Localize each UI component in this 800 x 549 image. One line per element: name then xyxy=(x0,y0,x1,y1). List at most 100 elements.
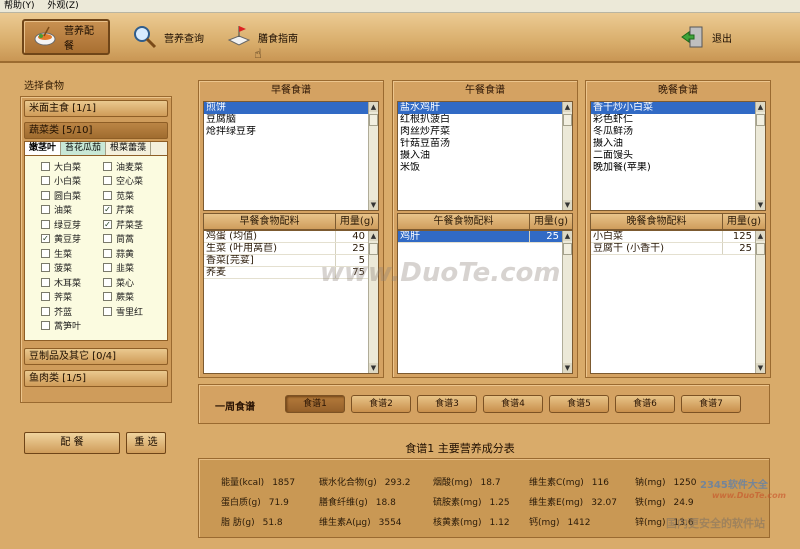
scroll-thumb[interactable] xyxy=(369,243,378,255)
vegetable-checkbox[interactable] xyxy=(41,248,50,258)
recipe-scrollbar[interactable]: ▲ ▼ xyxy=(755,102,765,210)
week-recipe-button-1[interactable]: 食谱1 xyxy=(285,395,345,413)
vegetable-checkbox[interactable] xyxy=(103,190,112,200)
ingredient-row[interactable]: 鸡肝 25 xyxy=(398,231,562,243)
ingredient-amount[interactable]: 25 xyxy=(336,243,368,254)
menu-help[interactable]: 帮助(Y) xyxy=(4,1,35,11)
vegetable-item[interactable]: 蒿笋叶 xyxy=(41,320,81,332)
recipe-item[interactable]: 炝拌绿豆芽 xyxy=(204,126,378,138)
vegetable-item[interactable]: ✓ 芹菜 xyxy=(103,204,134,216)
ingredient-amount[interactable]: 25 xyxy=(530,231,562,242)
recipe-list[interactable]: 煎饼 豆腐脑 炝拌绿豆芽 ▲ ▼ xyxy=(203,101,379,211)
ingredient-row[interactable]: 小白菜 125 xyxy=(591,231,755,243)
vegetable-checkbox[interactable] xyxy=(41,263,50,272)
scroll-down-icon[interactable]: ▼ xyxy=(369,363,378,373)
scroll-thumb[interactable] xyxy=(756,114,765,126)
recipe-item[interactable]: 二面馒头 xyxy=(591,150,765,162)
scroll-up-icon[interactable]: ▲ xyxy=(756,231,765,241)
vegetable-item[interactable]: 蒜黄 xyxy=(103,247,134,260)
vegetable-checkbox[interactable] xyxy=(41,205,50,214)
ingredient-amount[interactable]: 125 xyxy=(723,231,755,242)
ingredient-list[interactable]: 小白菜 125 豆腐干 (小香干) 25 ▲ ▼ xyxy=(590,230,766,374)
recipe-item[interactable]: 香干炒小白菜 xyxy=(591,102,765,114)
menu-appearance[interactable]: 外观(Z) xyxy=(47,1,78,11)
recipe-scrollbar[interactable]: ▲ ▼ xyxy=(562,102,572,210)
diet-guide-button[interactable]: 膳食指南 xyxy=(218,19,306,55)
ingredient-column-header[interactable]: 午餐食物配料 xyxy=(398,214,530,229)
ingredient-list[interactable]: 鸡肝 25 ▲ ▼ xyxy=(397,230,573,374)
recipe-scrollbar[interactable]: ▲ ▼ xyxy=(368,102,378,210)
week-recipe-button-2[interactable]: 食谱2 xyxy=(351,395,411,413)
recipe-item[interactable]: 摄入油 xyxy=(591,138,765,150)
recipe-item[interactable]: 彩色虾仁 xyxy=(591,114,765,126)
vegetable-checkbox[interactable] xyxy=(41,306,50,316)
category-bean-products[interactable]: 豆制品及其它 [0/4] xyxy=(24,348,168,365)
recipe-item[interactable]: 豆腐脑 xyxy=(204,114,378,126)
reset-button[interactable]: 重 选 xyxy=(126,432,166,454)
week-recipe-button-7[interactable]: 食谱7 xyxy=(681,395,741,413)
subtab-roots[interactable]: 根菜蕾藻 xyxy=(106,142,152,155)
vegetable-item[interactable]: 苋菜 xyxy=(103,189,134,202)
ingredient-scrollbar[interactable]: ▲ ▼ xyxy=(368,231,378,373)
vegetable-item[interactable]: 大白菜 xyxy=(41,160,81,173)
scroll-down-icon[interactable]: ▼ xyxy=(756,200,765,210)
recipe-item[interactable]: 红根扒菠白 xyxy=(398,114,572,126)
vegetable-checkbox[interactable] xyxy=(41,161,50,171)
week-recipe-button-6[interactable]: 食谱6 xyxy=(615,395,675,413)
vegetable-checkbox[interactable] xyxy=(41,292,50,301)
ingredient-row[interactable]: 豆腐干 (小香干) 25 xyxy=(591,243,755,255)
recipe-item[interactable]: 针菇豆苗汤 xyxy=(398,138,572,150)
vegetable-checkbox[interactable] xyxy=(103,277,112,287)
recipe-item[interactable]: 摄入油 xyxy=(398,150,572,162)
vegetable-item[interactable]: 菜心 xyxy=(103,276,134,289)
vegetable-item[interactable]: 荠菜 xyxy=(41,291,72,303)
ingredient-column-header[interactable]: 早餐食物配料 xyxy=(204,214,336,229)
ingredient-row[interactable]: 鸡蛋 (均值) 40 xyxy=(204,231,368,243)
vegetable-checkbox[interactable] xyxy=(103,292,112,301)
category-fish-meat[interactable]: 鱼肉类 [1/5] xyxy=(24,370,168,387)
scroll-down-icon[interactable]: ▼ xyxy=(369,200,378,210)
vegetable-checkbox[interactable] xyxy=(103,306,112,316)
scroll-up-icon[interactable]: ▲ xyxy=(369,102,378,112)
vegetable-checkbox[interactable] xyxy=(41,277,50,287)
vegetable-item[interactable]: 油菜 xyxy=(41,204,72,216)
vegetable-item[interactable]: 木耳菜 xyxy=(41,276,81,289)
amount-column-header[interactable]: 用量(g) xyxy=(530,214,572,229)
recipe-item[interactable]: 晚加餐(苹果) xyxy=(591,162,765,174)
vegetable-item[interactable]: 圆白菜 xyxy=(41,189,81,202)
nutrition-match-button[interactable]: 营养配餐 xyxy=(22,19,110,55)
vegetable-item[interactable]: 韭菜 xyxy=(103,262,134,274)
scroll-thumb[interactable] xyxy=(563,114,572,126)
vegetable-checkbox[interactable] xyxy=(103,176,112,185)
vegetable-checkbox[interactable] xyxy=(103,248,112,258)
recipe-list[interactable]: 香干炒小白菜 彩色虾仁 冬瓜鲜汤 摄入油 二面馒头 晚加餐(苹果) ▲ ▼ xyxy=(590,101,766,211)
vegetable-checkbox[interactable] xyxy=(103,161,112,171)
vegetable-item[interactable]: 空心菜 xyxy=(103,175,143,187)
category-staple[interactable]: 米面主食 [1/1] xyxy=(24,100,168,117)
vegetable-checkbox[interactable] xyxy=(103,263,112,272)
vegetable-checkbox[interactable] xyxy=(41,321,50,330)
nutrition-query-button[interactable]: 营养查询 xyxy=(124,19,212,55)
ingredient-list[interactable]: 鸡蛋 (均值) 40 生菜 (叶用莴苣) 25 香菜[芫荽] 5 荞麦 75 ▲ ▼ xyxy=(203,230,379,374)
ingredient-column-header[interactable]: 晚餐食物配料 xyxy=(591,214,723,229)
recipe-item[interactable]: 盐水鸡肝 xyxy=(398,102,572,114)
vegetable-item[interactable]: 油麦菜 xyxy=(103,160,143,173)
recipe-item[interactable]: 煎饼 xyxy=(204,102,378,114)
scroll-down-icon[interactable]: ▼ xyxy=(756,363,765,373)
amount-column-header[interactable]: 用量(g) xyxy=(723,214,765,229)
scroll-thumb[interactable] xyxy=(756,243,765,255)
match-button[interactable]: 配 餐 xyxy=(24,432,120,454)
vegetable-item[interactable]: 菠菜 xyxy=(41,262,72,274)
week-recipe-button-5[interactable]: 食谱5 xyxy=(549,395,609,413)
vegetable-item[interactable]: 雪里红 xyxy=(103,305,143,318)
vegetable-checkbox[interactable]: ✓ xyxy=(103,219,112,229)
vegetable-item[interactable]: 茼蒿 xyxy=(103,233,134,245)
vegetable-item[interactable]: ✓ 黄豆芽 xyxy=(41,233,81,245)
recipe-list[interactable]: 盐水鸡肝 红根扒菠白 肉丝炒芹菜 针菇豆苗汤 摄入油 米饭 ▲ ▼ xyxy=(397,101,573,211)
ingredient-amount[interactable]: 25 xyxy=(723,243,755,254)
scroll-up-icon[interactable]: ▲ xyxy=(563,231,572,241)
exit-button[interactable]: 退出 xyxy=(672,19,740,55)
scroll-thumb[interactable] xyxy=(369,114,378,126)
vegetable-checkbox[interactable] xyxy=(41,219,50,229)
scroll-up-icon[interactable]: ▲ xyxy=(369,231,378,241)
